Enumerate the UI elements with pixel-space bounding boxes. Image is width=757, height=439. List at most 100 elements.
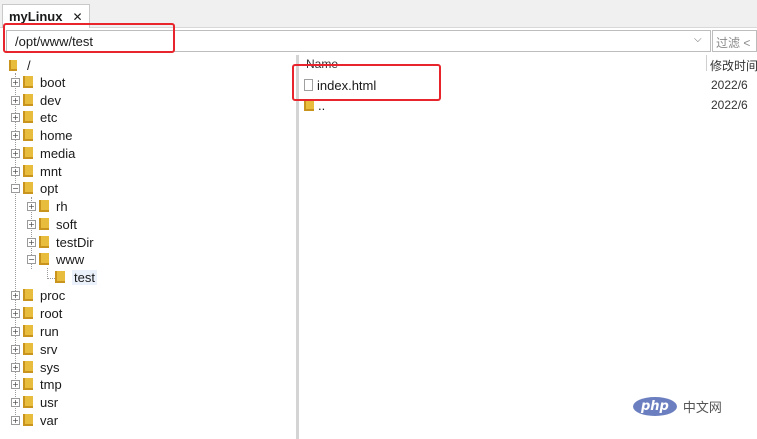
tree-item-label: testDir: [56, 234, 94, 250]
folder-icon: [55, 271, 65, 283]
folder-icon: [39, 253, 49, 265]
file-list: Name 修改时间 index.html 2022/6 .. 2022/6: [300, 55, 757, 439]
folder-icon: [23, 94, 33, 106]
tree-item-rh[interactable]: + rh: [27, 197, 68, 215]
folder-icon: [23, 307, 33, 319]
expand-icon[interactable]: +: [11, 166, 20, 176]
tree-item-dev[interactable]: + dev: [11, 91, 61, 109]
tree-item-home[interactable]: + home: [11, 126, 73, 144]
tree-item-label: rh: [56, 198, 68, 214]
tab-bar: myLinux ✕: [0, 0, 757, 28]
expand-icon[interactable]: +: [11, 308, 20, 318]
column-separator[interactable]: [706, 55, 707, 71]
file-row[interactable]: index.html: [304, 75, 376, 95]
tree-item-label: var: [40, 412, 59, 428]
expand-icon[interactable]: +: [27, 201, 36, 211]
tree-item-label: tmp: [40, 376, 62, 392]
tree-item-mnt[interactable]: + mnt: [11, 162, 62, 180]
tree-item-usr[interactable]: + usr: [11, 393, 58, 411]
tree-item-label: media: [40, 145, 76, 161]
tree-item-label: root: [40, 305, 63, 321]
tree-item-label: boot: [40, 74, 66, 90]
folder-icon: [23, 325, 33, 337]
file-date: 2022/6: [711, 98, 748, 112]
close-icon[interactable]: ✕: [72, 10, 82, 24]
tree-item-label: run: [40, 323, 59, 339]
filter-input[interactable]: 过滤 <: [712, 30, 757, 52]
tree-item-label: srv: [40, 341, 58, 357]
folder-icon: [23, 129, 33, 141]
tree-item-var[interactable]: + var: [11, 411, 58, 429]
folder-icon: [9, 59, 17, 71]
tree-item-label: home: [40, 127, 73, 143]
expand-icon[interactable]: +: [11, 362, 20, 372]
tree-item-etc[interactable]: + etc: [11, 108, 57, 126]
expand-icon[interactable]: +: [11, 379, 20, 389]
tree-item-label: sys: [40, 359, 60, 375]
watermark-logo: php: [633, 397, 677, 416]
tree-item-root[interactable]: /: [9, 56, 31, 74]
tree-line: [47, 278, 55, 279]
folder-icon: [23, 414, 33, 426]
tree-item-root-dir[interactable]: + root: [11, 304, 62, 322]
expand-icon[interactable]: +: [27, 237, 36, 247]
tree-item-opt[interactable]: − opt: [11, 179, 58, 197]
folder-icon: [23, 76, 33, 88]
tree-item-run[interactable]: + run: [11, 322, 59, 340]
column-header-modified[interactable]: 修改时间: [710, 57, 757, 74]
tree-item-media[interactable]: + media: [11, 144, 75, 162]
tree-item-label: usr: [40, 394, 59, 410]
expand-icon[interactable]: +: [11, 344, 20, 354]
file-row[interactable]: ..: [304, 95, 325, 115]
folder-icon: [304, 99, 314, 111]
folder-icon: [39, 218, 49, 230]
expand-icon[interactable]: +: [11, 148, 20, 158]
pane-splitter[interactable]: [296, 55, 299, 439]
expand-icon[interactable]: +: [11, 326, 20, 336]
file-name: index.html: [317, 77, 377, 93]
chevron-down-icon[interactable]: ⌵: [694, 34, 702, 45]
expand-icon[interactable]: +: [27, 219, 36, 229]
tree-item-label: opt: [40, 180, 59, 196]
tree-item-www[interactable]: − www: [27, 250, 84, 268]
tree-item-testdir[interactable]: + testDir: [27, 233, 94, 251]
tree-item-label: soft: [56, 216, 77, 232]
tree-item-label: dev: [40, 92, 61, 108]
tree-item-sys[interactable]: + sys: [11, 358, 60, 376]
folder-icon: [23, 147, 33, 159]
folder-icon: [23, 289, 33, 301]
expand-icon[interactable]: +: [11, 112, 20, 122]
directory-tree: / + boot + dev + etc + home + media + mnt − opt…: [0, 55, 298, 439]
folder-icon: [23, 111, 33, 123]
watermark-text: 中文网: [682, 400, 722, 415]
file-date: 2022/6: [711, 78, 748, 92]
collapse-icon[interactable]: −: [27, 254, 36, 264]
folder-icon: [23, 361, 33, 373]
folder-icon: [23, 378, 33, 390]
session-tab[interactable]: myLinux ✕: [2, 4, 90, 28]
expand-icon[interactable]: +: [11, 77, 20, 87]
tree-item-label: proc: [40, 287, 66, 303]
tree-item-soft[interactable]: + soft: [27, 215, 77, 233]
folder-icon: [23, 165, 33, 177]
expand-icon[interactable]: +: [11, 95, 20, 105]
tree-item-label: www: [56, 251, 85, 267]
expand-icon[interactable]: +: [11, 397, 20, 407]
file-name: ..: [318, 97, 326, 113]
tree-item-tmp[interactable]: + tmp: [11, 375, 62, 393]
tree-item-boot[interactable]: + boot: [11, 73, 65, 91]
folder-icon: [39, 236, 49, 248]
path-input[interactable]: [6, 30, 711, 52]
tab-title: myLinux: [9, 9, 63, 24]
column-header-name[interactable]: Name: [306, 57, 338, 71]
folder-icon: [23, 182, 33, 194]
tree-item-proc[interactable]: + proc: [11, 286, 65, 304]
expand-icon[interactable]: +: [11, 290, 20, 300]
expand-icon[interactable]: +: [11, 415, 20, 425]
tree-item-test[interactable]: test: [55, 268, 97, 286]
expand-icon[interactable]: +: [11, 130, 20, 140]
file-icon: [304, 79, 313, 91]
tree-item-label: test: [72, 269, 97, 285]
collapse-icon[interactable]: −: [11, 183, 20, 193]
tree-item-srv[interactable]: + srv: [11, 340, 57, 358]
